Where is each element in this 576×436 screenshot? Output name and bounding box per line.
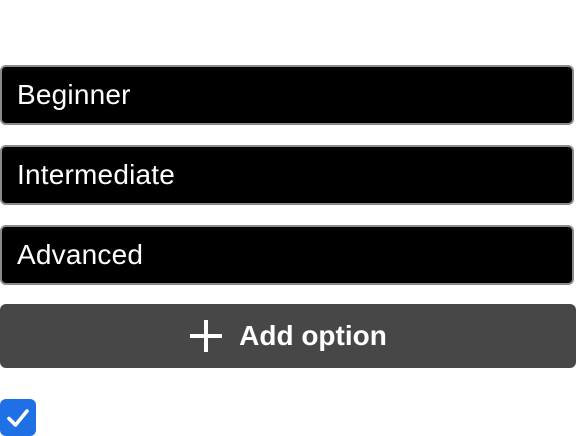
option-input-1[interactable]: Beginner (0, 65, 574, 125)
option-input-3[interactable]: Advanced (0, 225, 574, 285)
option-editor: Beginner Intermediate Advanced Add optio… (0, 0, 576, 436)
add-option-button[interactable]: Add option (0, 304, 576, 368)
plus-icon (190, 320, 223, 352)
checkbox[interactable] (0, 399, 36, 436)
add-option-label: Add option (239, 320, 387, 351)
check-icon (7, 408, 29, 427)
option-input-2[interactable]: Intermediate (0, 145, 574, 205)
